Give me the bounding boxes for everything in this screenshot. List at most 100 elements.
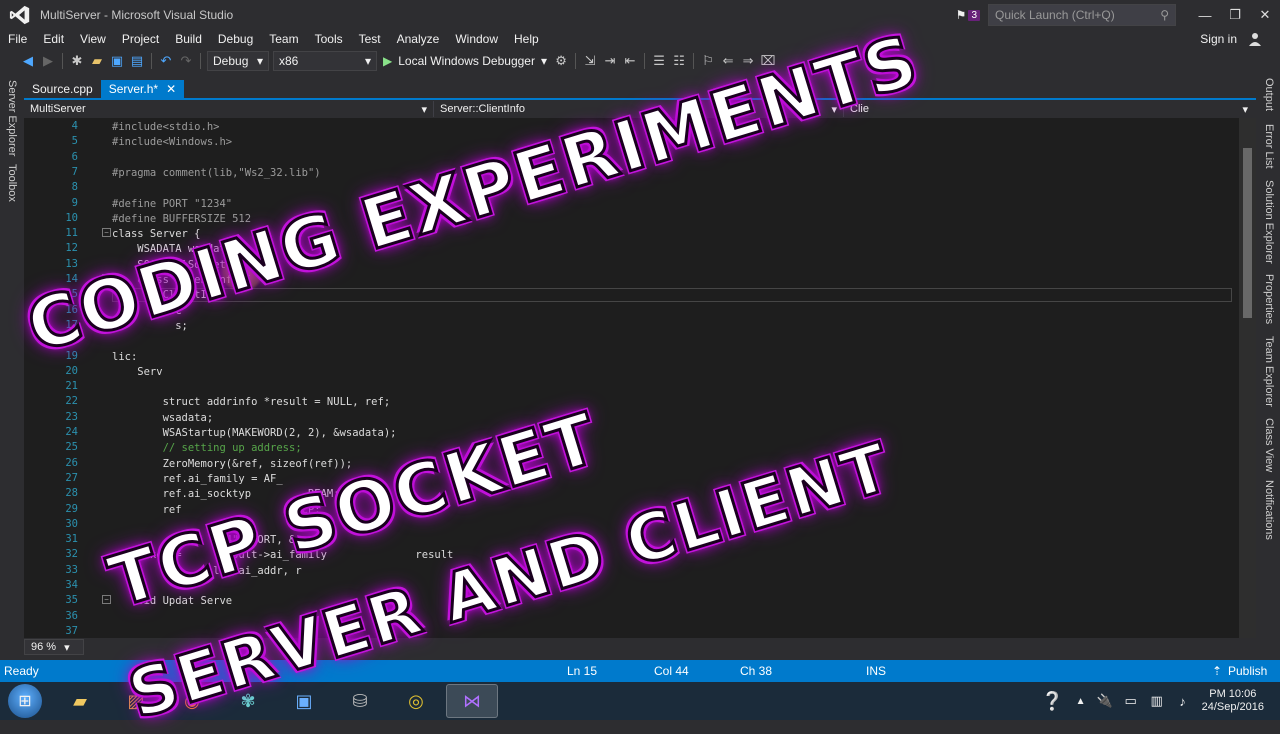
bookmark-icon[interactable]: ⚐ [698,50,718,72]
scope-dropdown[interactable]: Server::ClientInfo ▾ [434,101,844,117]
show-hidden-icons[interactable]: ▲ [1072,684,1090,718]
status-insert-mode: INS [866,664,887,678]
tree-app-icon[interactable]: ✾ [222,684,274,718]
code-line: Serv [112,365,163,378]
line-number: 33 [65,563,78,576]
visual-studio-taskbar-icon[interactable]: ⋈ [446,684,498,718]
menu-project[interactable]: Project [114,32,167,46]
line-number: 8 [71,181,78,194]
line-number: 29 [65,502,78,515]
firefox-icon[interactable]: ◉ [166,684,218,718]
menu-analyze[interactable]: Analyze [389,32,448,46]
power-icon[interactable]: 🔌 [1094,684,1116,718]
back-icon[interactable]: ◀ [18,50,38,72]
open-file-icon[interactable]: ▰ [87,50,107,72]
indent-icon[interactable]: ⇥ [600,50,620,72]
fold-toggle-icon[interactable]: − [102,274,111,283]
menu-help[interactable]: Help [506,32,547,46]
zoom-level-select[interactable]: 96 % ▾ [24,639,84,655]
vertical-scrollbar[interactable] [1239,118,1256,638]
clock-date: 24/Sep/2016 [1201,701,1264,713]
forward-icon[interactable]: ▶ [38,50,58,72]
save-icon[interactable]: ▣ [107,50,127,72]
notifications-tab[interactable]: Notifications [1263,480,1275,540]
code-editor[interactable]: 4 5 6 7 8 9 10 11 12 13 14 15 16 17 18 19 20 21 22 23 24 25 26… [24,118,1256,638]
solution-platform-select[interactable]: x86 ▾ [273,51,377,71]
tab-source-cpp[interactable]: Source.cpp [24,80,101,98]
network-icon[interactable]: ▥ [1146,684,1168,718]
menu-test[interactable]: Test [351,32,389,46]
menu-build[interactable]: Build [167,32,210,46]
quick-launch-input[interactable]: Quick Launch (Ctrl+Q) ⚲ [988,4,1176,26]
notifications-flag[interactable]: ⚑ 3 [956,8,980,22]
remote-desktop-icon[interactable]: ▣ [278,684,330,718]
fold-toggle-icon[interactable]: − [102,595,111,604]
redo-icon[interactable]: ↷ [176,50,196,72]
next-bookmark-icon[interactable]: ⇒ [738,50,758,72]
uncomment-icon[interactable]: ☷ [669,50,689,72]
tab-server-h[interactable]: Server.h* ✕ [100,80,185,98]
close-tab-icon[interactable]: ✕ [166,82,176,96]
project-dropdown[interactable]: MultiServer ▾ [24,101,434,117]
account-avatar-icon[interactable] [1244,30,1266,48]
outdent-icon[interactable]: ⇤ [620,50,640,72]
photo-app-icon[interactable]: ▨ [110,684,162,718]
menu-file[interactable]: File [0,32,35,46]
fold-toggle-icon[interactable]: − [102,228,111,237]
prev-bookmark-icon[interactable]: ⇐ [718,50,738,72]
menu-view[interactable]: View [72,32,114,46]
error-list-tab[interactable]: Error List [1263,124,1275,169]
maximize-button[interactable]: ❐ [1220,0,1250,30]
scrollbar-thumb[interactable] [1243,148,1252,318]
solution-configuration-select[interactable]: Debug ▾ [207,51,269,71]
toolbar-separator [575,53,577,69]
step-into-icon[interactable]: ⇲ [580,50,600,72]
sign-in-link[interactable]: Sign in [1200,32,1237,46]
code-line: ket = result->ai_family result [112,549,454,562]
line-number: 10 [65,211,78,224]
menu-window[interactable]: Window [447,32,506,46]
line-number: 34 [65,579,78,591]
class-view-tab[interactable]: Class View [1263,418,1275,472]
code-line: WSAStartup(MAKEWORD(2, 2), &wsadata); [112,427,397,439]
output-tab[interactable]: Output [1263,78,1275,111]
line-number: 18 [65,334,78,347]
undo-icon[interactable]: ↶ [156,50,176,72]
editor-bottom-bar: 96 % ▾ [24,638,1256,656]
minimize-button[interactable]: — [1190,0,1220,30]
publish-button[interactable]: Publish [1228,664,1267,678]
database-icon[interactable]: ⛁ [334,684,386,718]
menu-edit[interactable]: Edit [35,32,72,46]
volume-icon[interactable]: ♪ [1172,684,1194,718]
menu-team[interactable]: Team [261,32,306,46]
start-button-icon[interactable]: ⊞ [8,684,42,718]
clear-bookmarks-icon[interactable]: ⌧ [758,50,778,72]
file-explorer-icon[interactable]: ▰ [54,684,106,718]
new-project-icon[interactable]: ✱ [67,50,87,72]
menu-debug[interactable]: Debug [210,32,261,46]
help-icon[interactable]: ❔ [1038,684,1068,718]
team-explorer-tab[interactable]: Team Explorer [1263,336,1275,407]
start-debugging-label: Local Windows Debugger [398,54,535,68]
menu-tools[interactable]: Tools [307,32,351,46]
solution-explorer-tab[interactable]: Solution Explorer [1263,180,1275,264]
toolbox-tab[interactable]: Toolbox [6,164,18,202]
line-number: 25 [65,441,78,454]
attach-icon[interactable]: ⚙ [551,50,571,72]
line-number: 30 [65,517,78,530]
mouse-cursor-highlight [220,249,264,293]
system-clock[interactable]: PM 10:06 24/Sep/2016 [1202,688,1264,714]
publish-icon: ⇡ [1212,664,1223,678]
comment-icon[interactable]: ☰ [649,50,669,72]
close-button[interactable]: ✕ [1250,0,1280,30]
server-explorer-tab[interactable]: Server Explorer [6,80,18,156]
current-line-highlight [112,288,1232,302]
start-debugging-button[interactable]: ▶ Local Windows Debugger ▾ [383,54,547,68]
save-all-icon[interactable]: ▤ [127,50,147,72]
chevron-down-icon: ▾ [1242,103,1248,116]
monitor-icon[interactable]: ▭ [1120,684,1142,718]
chrome-icon[interactable]: ◎ [390,684,442,718]
code-line: #include<stdio.h> [112,121,220,133]
member-dropdown[interactable]: Clie ▾ [844,101,1254,117]
properties-tab[interactable]: Properties [1263,274,1275,324]
